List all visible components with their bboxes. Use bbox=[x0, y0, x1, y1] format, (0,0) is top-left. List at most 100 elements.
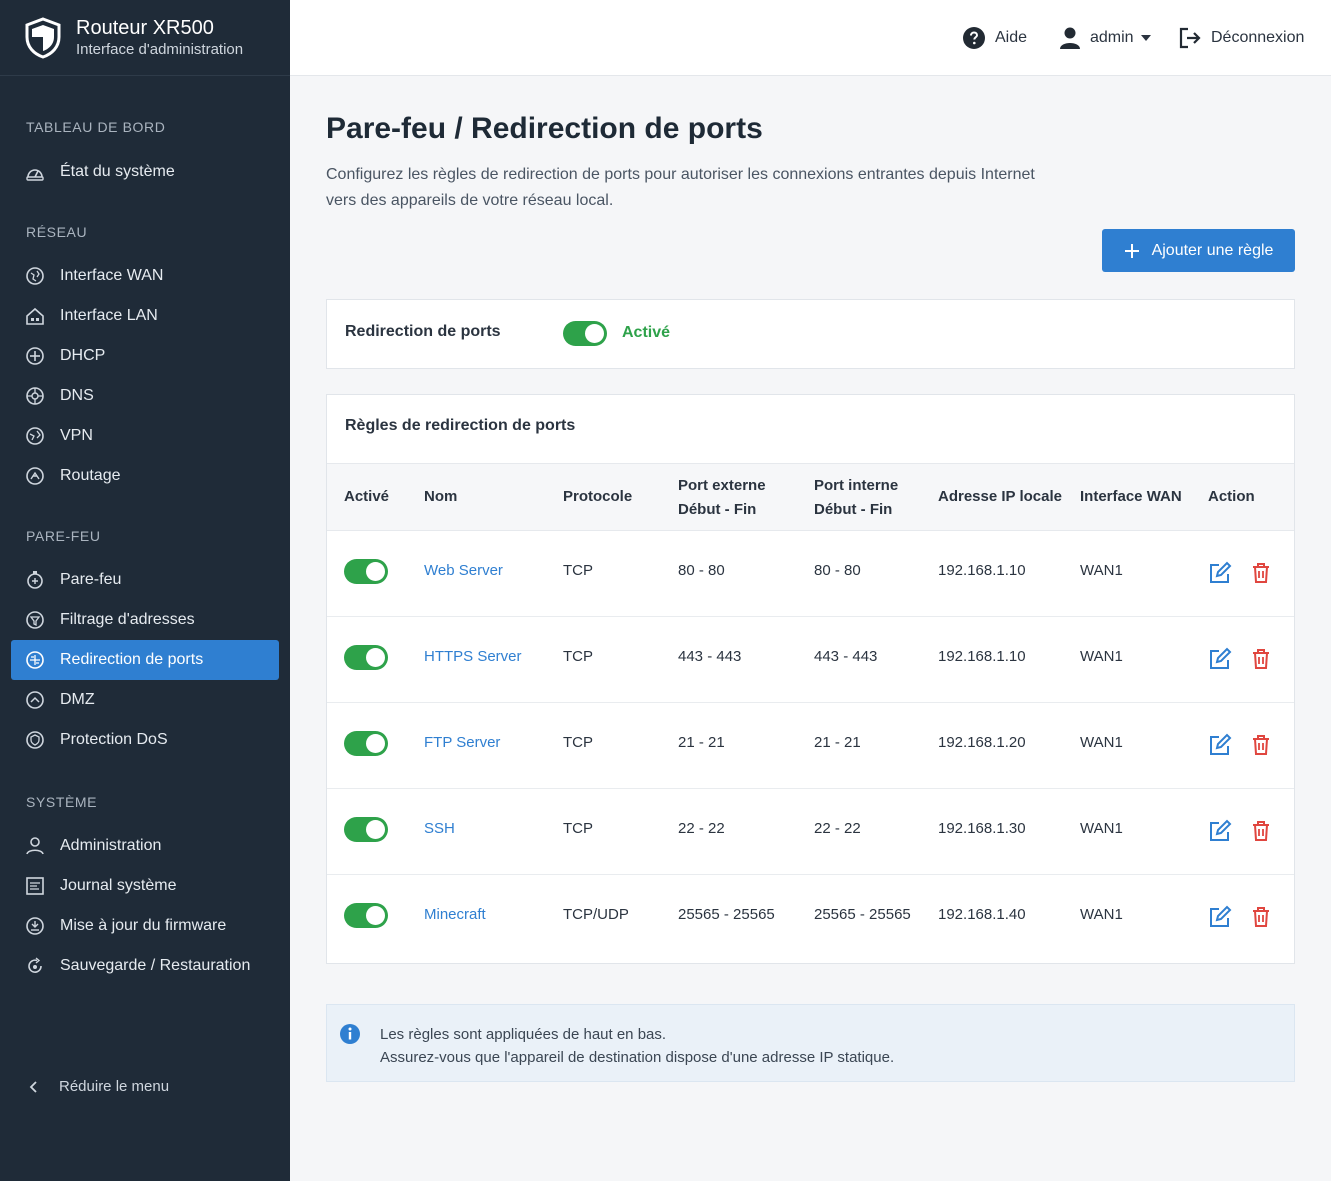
rules-table-title: Règles de redirection de ports bbox=[345, 417, 576, 434]
add-rule-button[interactable]: Ajouter une règle bbox=[1102, 229, 1295, 272]
filter-icon bbox=[25, 610, 45, 630]
page-description: Configurez les règles de redirection de … bbox=[326, 166, 1035, 209]
sidebar-item-system-log[interactable]: Journal système bbox=[11, 866, 279, 906]
section-title-firewall: PARE-FEU bbox=[26, 528, 101, 544]
help-button[interactable]: Aide bbox=[962, 24, 1027, 52]
dns-icon bbox=[25, 386, 45, 406]
sidebar-item-vpn[interactable]: VPN bbox=[11, 416, 279, 456]
delete-icon[interactable] bbox=[1249, 647, 1273, 671]
help-label: Aide bbox=[995, 29, 1028, 46]
rule-name-link[interactable]: FTP Server bbox=[424, 734, 500, 751]
port-forwarding-state: Activé bbox=[622, 324, 671, 341]
house-icon bbox=[25, 306, 45, 326]
sidebar-item-label: Routage bbox=[60, 467, 121, 484]
collapse-menu-button[interactable]: Réduire le menu bbox=[26, 1078, 169, 1095]
user-icon bbox=[25, 836, 45, 856]
port-forwarding-label: Redirection de ports bbox=[345, 323, 501, 340]
sidebar: Routeur XR500 Interface d'administration… bbox=[0, 0, 290, 1181]
sidebar-item-label: DHCP bbox=[60, 347, 106, 364]
sidebar-item-firewall[interactable]: Pare-feu bbox=[11, 560, 279, 600]
logout-button[interactable]: Déconnexion bbox=[1178, 24, 1304, 52]
brand-title: Routeur XR500 bbox=[76, 16, 214, 39]
sidebar-item-dns[interactable]: DNS bbox=[11, 376, 279, 416]
delete-icon[interactable] bbox=[1249, 561, 1273, 585]
rule-name-link[interactable]: HTTPS Server bbox=[424, 648, 522, 665]
sidebar-item-administration[interactable]: Administration bbox=[11, 826, 279, 866]
port-forward-icon bbox=[25, 650, 45, 670]
sidebar-item-routing[interactable]: Routage bbox=[11, 456, 279, 496]
rule-protocol: TCP/UDP bbox=[563, 906, 629, 923]
delete-icon[interactable] bbox=[1249, 819, 1273, 843]
edit-icon[interactable] bbox=[1208, 733, 1232, 757]
dhcp-icon bbox=[25, 346, 45, 366]
topbar: Aide admin Déconnexion bbox=[290, 0, 1331, 76]
sidebar-item-dhcp[interactable]: DHCP bbox=[11, 336, 279, 376]
rule-protocol: TCP bbox=[563, 562, 593, 579]
col-internal-port-line2: Début - Fin bbox=[814, 501, 893, 518]
sidebar-item-lan[interactable]: Interface LAN bbox=[11, 296, 279, 336]
rule-external-port: 25565 - 25565 bbox=[678, 906, 775, 923]
sidebar-item-label: Administration bbox=[60, 837, 162, 854]
globe-icon bbox=[25, 266, 45, 286]
rule-external-port: 21 - 21 bbox=[678, 734, 725, 751]
dashboard-icon bbox=[25, 162, 45, 182]
sidebar-item-label: Interface LAN bbox=[60, 307, 158, 324]
backup-icon bbox=[25, 956, 45, 976]
sidebar-item-label: DNS bbox=[60, 387, 94, 404]
sidebar-item-label: Interface WAN bbox=[60, 267, 164, 284]
rule-wan-interface: WAN1 bbox=[1080, 820, 1123, 837]
rule-enabled-switch[interactable] bbox=[344, 817, 388, 842]
sidebar-item-system-status[interactable]: État du système bbox=[11, 152, 279, 192]
info-banner: Les règles sont appliquées de haut en ba… bbox=[326, 1004, 1295, 1082]
firewall-icon bbox=[25, 570, 45, 590]
sidebar-item-label: Redirection de ports bbox=[60, 651, 204, 668]
user-menu[interactable]: admin bbox=[1059, 24, 1151, 52]
edit-icon[interactable] bbox=[1208, 905, 1232, 929]
rule-local-ip: 192.168.1.40 bbox=[938, 906, 1026, 923]
edit-icon[interactable] bbox=[1208, 561, 1232, 585]
rule-enabled-switch[interactable] bbox=[344, 559, 388, 584]
sidebar-item-label: Journal système bbox=[60, 877, 177, 894]
sidebar-item-label: État du système bbox=[60, 163, 175, 180]
rule-name-link[interactable]: Minecraft bbox=[424, 906, 486, 923]
delete-icon[interactable] bbox=[1249, 733, 1273, 757]
sidebar-item-dmz[interactable]: DMZ bbox=[11, 680, 279, 720]
rule-internal-port: 21 - 21 bbox=[814, 734, 861, 751]
brand: Routeur XR500 Interface d'administration bbox=[0, 0, 290, 76]
rule-internal-port: 80 - 80 bbox=[814, 562, 861, 579]
edit-icon[interactable] bbox=[1208, 819, 1232, 843]
rule-enabled-switch[interactable] bbox=[344, 903, 388, 928]
rule-internal-port: 443 - 443 bbox=[814, 648, 878, 665]
sidebar-item-label: Filtrage d'adresses bbox=[60, 611, 195, 628]
rule-name-link[interactable]: Web Server bbox=[424, 562, 503, 579]
col-action: Action bbox=[1208, 488, 1255, 505]
sidebar-item-wan[interactable]: Interface WAN bbox=[11, 256, 279, 296]
rule-wan-interface: WAN1 bbox=[1080, 562, 1123, 579]
col-external-port-line2: Début - Fin bbox=[678, 501, 757, 518]
rule-wan-interface: WAN1 bbox=[1080, 648, 1123, 665]
delete-icon[interactable] bbox=[1249, 905, 1273, 929]
table-row: Web Server TCP 80 - 80 80 - 80 192.168.1.10 W… bbox=[327, 531, 1294, 617]
sidebar-item-dos-protection[interactable]: Protection DoS bbox=[11, 720, 279, 760]
rule-enabled-switch[interactable] bbox=[344, 645, 388, 670]
brand-subtitle: Interface d'administration bbox=[76, 40, 244, 58]
routing-icon bbox=[25, 466, 45, 486]
sidebar-item-address-filter[interactable]: Filtrage d'adresses bbox=[11, 600, 279, 640]
rule-external-port: 80 - 80 bbox=[678, 562, 725, 579]
rule-enabled-switch[interactable] bbox=[344, 731, 388, 756]
chevron-left-icon bbox=[29, 1080, 37, 1093]
rule-name-link[interactable]: SSH bbox=[424, 820, 455, 837]
sidebar-item-port-forwarding[interactable]: Redirection de ports bbox=[11, 640, 279, 680]
dmz-icon bbox=[25, 690, 45, 710]
section-title-network: RÉSEAU bbox=[26, 224, 88, 240]
col-active: Activé bbox=[344, 488, 390, 505]
rule-internal-port: 25565 - 25565 bbox=[814, 906, 911, 923]
user-icon bbox=[1060, 27, 1080, 49]
sidebar-item-backup-restore[interactable]: Sauvegarde / Restauration bbox=[11, 946, 279, 986]
edit-icon[interactable] bbox=[1208, 647, 1232, 671]
col-local-ip: Adresse IP locale bbox=[938, 488, 1062, 505]
rule-local-ip: 192.168.1.10 bbox=[938, 562, 1026, 579]
sidebar-item-firmware-update[interactable]: Mise à jour du firmware bbox=[11, 906, 279, 946]
port-forwarding-switch[interactable] bbox=[563, 321, 607, 346]
sidebar-item-label: VPN bbox=[60, 427, 93, 444]
